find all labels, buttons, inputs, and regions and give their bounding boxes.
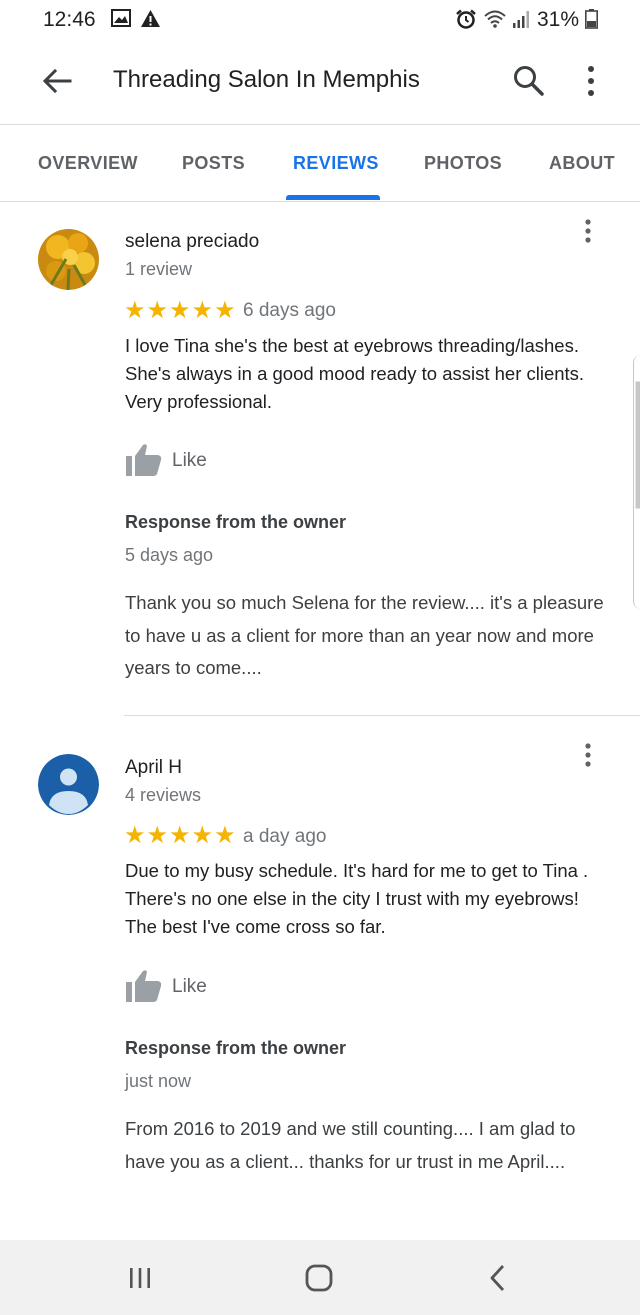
avatar-photo	[38, 229, 99, 290]
owner-response-time: just now	[125, 1071, 192, 1091]
status-bar: 12:46 31%	[0, 0, 640, 38]
owner-response-text: Thank you so much Selena for the review.…	[125, 592, 604, 678]
page-title: Threading Salon In Memphis	[113, 66, 420, 93]
owner-response-time: 5 days ago	[125, 545, 214, 565]
battery-percent: 31%	[537, 8, 580, 31]
review-time: 6 days ago	[243, 300, 336, 321]
star-rating: ★★★★★	[124, 297, 237, 324]
recents-icon[interactable]	[120, 1262, 160, 1294]
reviewer-name[interactable]: selena preciado	[125, 231, 259, 253]
active-tab-indicator	[286, 195, 380, 200]
back-arrow-icon[interactable]	[40, 64, 74, 98]
review-text: I love Tina she's the best at eyebrows t…	[125, 335, 585, 412]
wifi-icon	[484, 10, 506, 28]
review-count: 4 reviews	[125, 785, 202, 805]
tab-photos[interactable]: PHOTOS	[424, 153, 502, 174]
owner-response-title: Response from the owner	[125, 1038, 347, 1058]
warning-icon	[141, 10, 160, 27]
more-vert-icon[interactable]	[580, 64, 602, 98]
more-vert-icon[interactable]	[580, 217, 596, 247]
search-icon[interactable]	[512, 64, 546, 98]
review-time: a day ago	[243, 826, 327, 847]
like-button[interactable]: Like	[125, 968, 245, 1008]
tab-bar: OVERVIEW POSTS REVIEWS PHOTOS ABOUT	[0, 124, 640, 202]
person-icon	[38, 754, 99, 815]
tab-about[interactable]: ABOUT	[549, 153, 615, 174]
like-label: Like	[172, 450, 207, 471]
tab-overview[interactable]: OVERVIEW	[38, 153, 138, 174]
alarm-icon	[456, 9, 476, 29]
image-icon	[111, 9, 131, 27]
owner-response-text: From 2016 to 2019 and we still counting.…	[125, 1118, 576, 1172]
scroll-edge	[633, 355, 640, 609]
signal-icon	[513, 11, 529, 28]
like-button[interactable]: Like	[125, 442, 245, 482]
review-text: Due to my busy schedule. It's hard for m…	[125, 860, 589, 937]
review-count: 1 review	[125, 259, 193, 279]
battery-icon	[585, 9, 598, 29]
thumbs-up-icon	[126, 970, 162, 1002]
avatar[interactable]	[38, 229, 99, 290]
back-icon[interactable]	[478, 1262, 518, 1294]
system-nav-bar	[0, 1240, 640, 1315]
tab-posts[interactable]: POSTS	[182, 153, 245, 174]
avatar[interactable]	[38, 754, 99, 815]
home-icon[interactable]	[299, 1262, 339, 1294]
thumbs-up-icon	[126, 444, 162, 476]
star-rating: ★★★★★	[124, 822, 237, 849]
reviewer-name[interactable]: April H	[125, 757, 182, 779]
like-label: Like	[172, 976, 207, 997]
app-bar: Threading Salon In Memphis	[0, 38, 640, 124]
status-time: 12:46	[43, 8, 96, 31]
tab-reviews[interactable]: REVIEWS	[293, 153, 379, 174]
owner-response-title: Response from the owner	[125, 512, 347, 532]
more-vert-icon[interactable]	[580, 741, 596, 771]
review-divider	[124, 715, 640, 716]
